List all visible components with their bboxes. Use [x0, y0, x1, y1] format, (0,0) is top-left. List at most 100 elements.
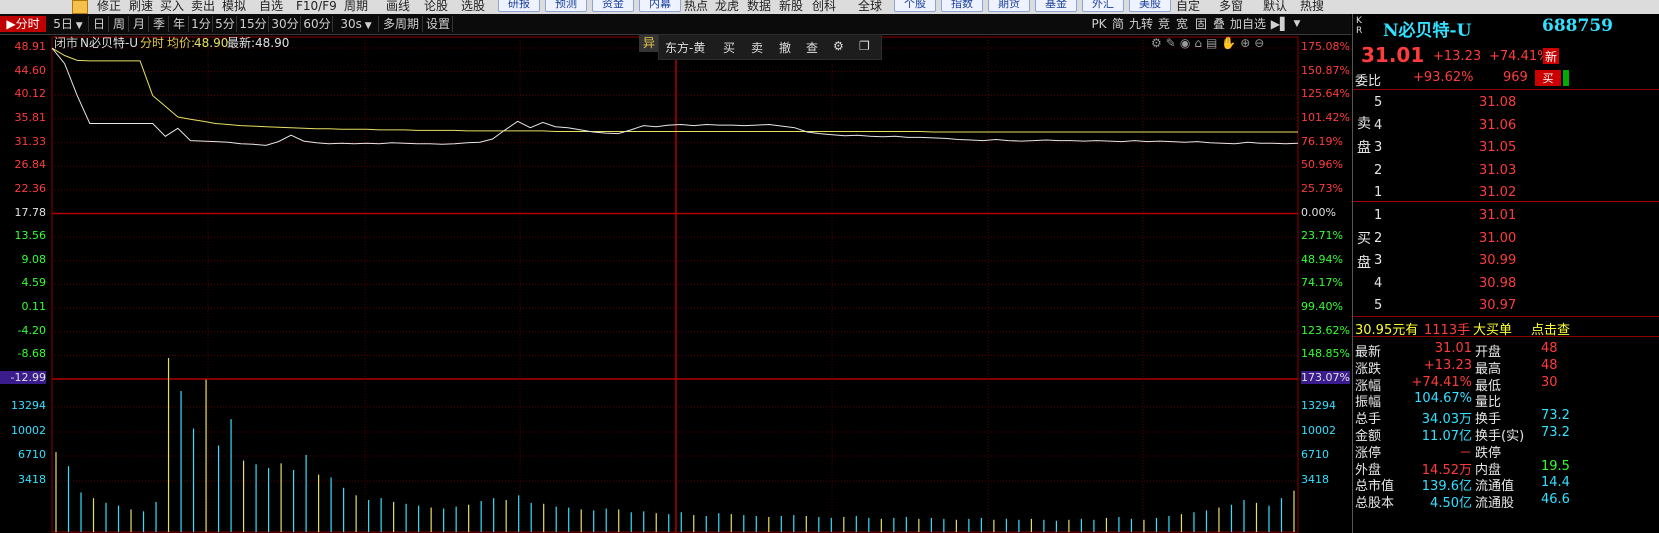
toolbar-button-index[interactable]: 指数 — [941, 0, 983, 12]
button-fix[interactable]: 固 — [1193, 16, 1209, 32]
stat-label: 总股本 — [1355, 496, 1395, 512]
button-wide[interactable]: 宽 — [1174, 16, 1190, 32]
gear-icon[interactable]: ⚙ — [833, 39, 844, 53]
caret-down-icon: ▼ — [361, 21, 372, 31]
hand-icon[interactable]: ✋ — [1221, 36, 1240, 50]
toolbar-item-dragon[interactable]: 龙虎 — [715, 0, 739, 14]
caret-down-icon[interactable]: ▼ — [1291, 16, 1303, 32]
tab-1min[interactable]: 1分 — [190, 16, 213, 32]
tab-month[interactable]: 月 — [130, 16, 149, 32]
toolbar-item-sell[interactable]: 卖出 — [191, 0, 215, 14]
pct-axis-label: 125.64% — [1301, 87, 1350, 101]
quick-sell-button[interactable] — [1563, 70, 1569, 86]
toolbar-item-speed[interactable]: 刷速 — [129, 0, 153, 14]
stat-value: 104.67% — [1414, 391, 1472, 407]
toolbar-button-funds[interactable]: 资金 — [592, 0, 634, 12]
tab-year[interactable]: 年 — [170, 16, 189, 32]
button-overlay[interactable]: 叠 — [1211, 16, 1227, 32]
price-axis-label: 22.36 — [14, 181, 47, 195]
toolbar-item-star[interactable]: 创科 — [812, 0, 836, 14]
pct-axis-label: 25.73% — [1301, 181, 1343, 195]
toolbar-item-default[interactable]: 默认 — [1263, 0, 1287, 14]
tab-5min[interactable]: 5分 — [214, 16, 237, 32]
toolbar-item-sim[interactable]: 模拟 — [222, 0, 246, 14]
buy-level-price[interactable]: 30.99 — [1479, 253, 1516, 268]
zoom-in-icon[interactable]: ⊕ — [1240, 36, 1254, 50]
tab-15min[interactable]: 15分 — [238, 16, 269, 32]
toolbar-button-forex[interactable]: 外汇 — [1082, 0, 1124, 12]
eye-icon[interactable]: ◉ — [1180, 36, 1194, 50]
toolbar-item-screener[interactable]: 选股 — [461, 0, 485, 14]
buy-level-price[interactable]: 31.00 — [1479, 231, 1516, 246]
toolbar-button-futures[interactable]: 期货 — [988, 0, 1030, 12]
stat-value: 31.01 — [1434, 341, 1472, 356]
price-pct: +74.41% — [1489, 49, 1550, 64]
toolbar-item-custom[interactable]: 自定 — [1176, 0, 1200, 14]
toolbar-item-hot[interactable]: 热点 — [684, 0, 708, 14]
tab-30s[interactable]: 30s ▼ — [334, 16, 379, 32]
zoom-out-icon[interactable]: ⊖ — [1254, 36, 1268, 50]
tab-week[interactable]: 周 — [110, 16, 129, 32]
period-bar: ▶分时 5日 ▼ 日 周 月 季 年 1分 5分 15分 30分 60分 30s… — [0, 14, 1351, 35]
sell-level-price[interactable]: 31.06 — [1479, 118, 1516, 133]
sell-level-price[interactable]: 31.02 — [1479, 185, 1516, 200]
toolbar-button-forecast[interactable]: 预测 — [545, 0, 587, 12]
toolbar-item-multiwin[interactable]: 多窗 — [1219, 0, 1243, 14]
buy-level-price[interactable]: 30.98 — [1479, 276, 1516, 291]
toolbar-item-hotsearch[interactable]: 热搜 — [1300, 0, 1324, 14]
chart-mode: 分时 — [140, 36, 165, 50]
sell-level-price[interactable]: 31.08 — [1479, 95, 1516, 110]
quick-buy-button[interactable]: 买 — [1535, 70, 1561, 86]
tab-intraday-label: 分时 — [15, 17, 40, 31]
toolbar-item-period[interactable]: 周期 — [344, 0, 368, 14]
toolbar-item-data[interactable]: 数据 — [747, 0, 771, 14]
buy-level-price[interactable]: 31.01 — [1479, 208, 1516, 223]
button-auction[interactable]: 竞 — [1156, 16, 1172, 32]
tab-60min[interactable]: 60分 — [302, 16, 333, 32]
account-name[interactable]: 东方-黄 — [665, 39, 705, 56]
tab-5day[interactable]: 5日 ▼ — [48, 16, 89, 32]
buy-level-price[interactable]: 30.97 — [1479, 298, 1516, 313]
sell-level-price[interactable]: 31.03 — [1479, 163, 1516, 178]
toolbar-item-buy[interactable]: 买入 — [160, 0, 184, 14]
trade-query-button[interactable]: 查 — [806, 39, 818, 56]
toolbar-item-ipo[interactable]: 新股 — [779, 0, 803, 14]
trade-cancel-button[interactable]: 撤 — [779, 39, 791, 56]
toolbar-button-stock[interactable]: 个股 — [894, 0, 936, 12]
tab-quarter[interactable]: 季 — [150, 16, 169, 32]
sell-level-price[interactable]: 31.05 — [1479, 140, 1516, 155]
divider — [1353, 201, 1659, 202]
lock-icon[interactable]: ⌂ — [1194, 36, 1206, 50]
toolbar-item-watchlist[interactable]: 自选 — [259, 0, 283, 14]
toolbar-item-edit[interactable]: 修正 — [97, 0, 121, 14]
trade-buy-button[interactable]: 买 — [723, 39, 735, 56]
volume-axis-label: 3418 — [1301, 473, 1329, 486]
expand-icon[interactable]: ▶▌ — [1269, 16, 1291, 32]
tab-multi-period[interactable]: 多周期 — [380, 16, 423, 32]
anomaly-badge[interactable]: 异 — [639, 34, 659, 52]
toolbar-item-forum[interactable]: 论股 — [424, 0, 448, 14]
tab-settings[interactable]: 设置 — [424, 16, 453, 32]
button-pk[interactable]: PK — [1090, 16, 1108, 32]
toolbar-item-draw[interactable]: 画线 — [386, 0, 410, 14]
toolbar-item-f10[interactable]: F10/F9 — [296, 0, 337, 14]
toolbar-button-us[interactable]: 美股 — [1129, 0, 1171, 12]
tab-intraday[interactable]: ▶分时 — [0, 16, 46, 32]
trade-sell-button[interactable]: 卖 — [751, 39, 763, 56]
volume-axis-label: 3418 — [18, 473, 46, 486]
toolbar-button-fund[interactable]: 基金 — [1035, 0, 1077, 12]
tab-day[interactable]: 日 — [90, 16, 109, 32]
settings-icon[interactable]: ⚙ — [1151, 36, 1166, 50]
toolbar-button-insider[interactable]: 内幕 — [639, 0, 681, 12]
button-add-watchlist[interactable]: 加自选 — [1229, 16, 1267, 32]
sell-side-label: 卖盘 — [1357, 116, 1371, 156]
tab-30min[interactable]: 30分 — [270, 16, 301, 32]
button-simple[interactable]: 简 — [1110, 16, 1126, 32]
arrow-down-icon[interactable] — [72, 0, 88, 14]
button-nine[interactable]: 九转 — [1128, 16, 1154, 32]
toolbar-button-report[interactable]: 研报 — [498, 0, 540, 12]
popout-icon[interactable]: ❐ — [859, 39, 870, 53]
calendar-icon[interactable]: ▤ — [1206, 36, 1221, 50]
toolbar-item-global[interactable]: 全球 — [858, 0, 882, 14]
pen-icon[interactable]: ✎ — [1166, 36, 1180, 50]
